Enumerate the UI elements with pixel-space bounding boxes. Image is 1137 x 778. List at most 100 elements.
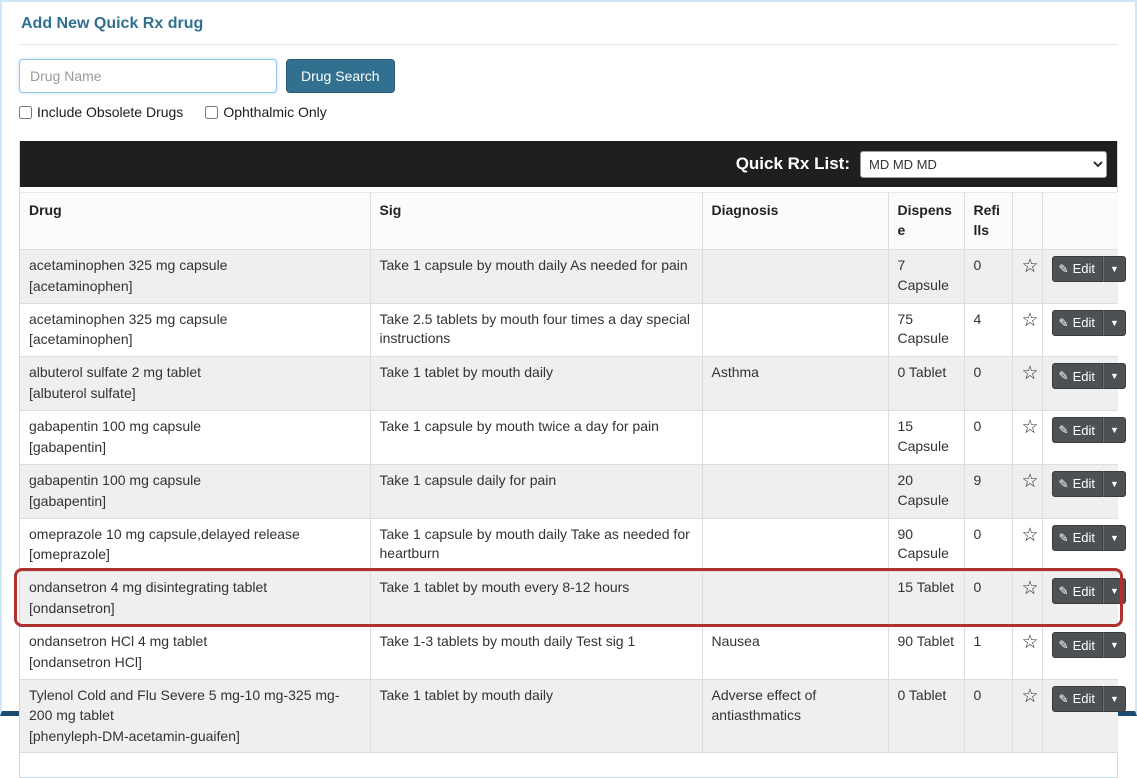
dispense-cell: 15 Capsule xyxy=(887,410,964,465)
caret-down-icon: ▼ xyxy=(1109,586,1119,597)
caret-down-icon: ▼ xyxy=(1109,263,1119,274)
drug-name-input[interactable] xyxy=(19,59,277,93)
edit-button[interactable]: ✎ Edit xyxy=(1051,417,1103,443)
drug-name: acetaminophen 325 mg capsule xyxy=(29,310,228,327)
edit-button-label: Edit xyxy=(1072,530,1095,545)
table-row: Tylenol Cold and Flu Severe 5 mg-10 mg-3… xyxy=(20,679,1126,753)
favorite-star-icon[interactable]: ☆ xyxy=(1022,686,1039,709)
sig-cell: Take 1 capsule by mouth daily Take as ne… xyxy=(369,518,702,572)
edit-dropdown-toggle[interactable]: ▼ xyxy=(1102,417,1126,443)
favorite-star-icon[interactable]: ☆ xyxy=(1022,471,1039,494)
drug-generic-name: [gabapentin] xyxy=(29,438,107,455)
favorite-cell: ☆ xyxy=(1011,464,1042,518)
actions-cell: ✎ Edit ▼ xyxy=(1041,518,1126,572)
favorite-cell: ☆ xyxy=(1011,679,1042,753)
favorite-star-icon[interactable]: ☆ xyxy=(1022,578,1039,601)
edit-button[interactable]: ✎ Edit xyxy=(1051,524,1103,551)
caret-down-icon: ▼ xyxy=(1109,640,1119,650)
drug-cell: gabapentin 100 mg capsule [gabapentin] xyxy=(20,411,370,465)
include-obsolete-drugs-label: Include Obsolete Drugs xyxy=(37,104,184,120)
edit-button[interactable]: ✎ Edit xyxy=(1051,255,1103,282)
favorite-star-icon[interactable]: ☆ xyxy=(1022,310,1039,333)
favorite-star-icon[interactable]: ☆ xyxy=(1022,363,1039,386)
edit-button-group: ✎ Edit ▼ xyxy=(1051,685,1126,712)
edit-pencil-icon: ✎ xyxy=(1058,315,1069,330)
quick-rx-list-section: Quick Rx List: MD MD MD Drug Sig Diagnosis… xyxy=(14,141,1126,778)
favorite-cell: ☆ xyxy=(1011,249,1042,303)
column-header-dispense: Dispense xyxy=(887,192,964,250)
edit-dropdown-toggle[interactable]: ▼ xyxy=(1102,470,1126,497)
drug-cell: acetaminophen 325 mg capsule [acetaminoph… xyxy=(20,249,370,303)
diagnosis-cell xyxy=(701,571,888,626)
drug-cell: albuterol sulfate 2 mg tablet [albuterol … xyxy=(20,357,370,411)
edit-button-group: ✎ Edit ▼ xyxy=(1051,363,1126,390)
drug-search-button[interactable]: Drug Search xyxy=(286,59,395,93)
edit-button[interactable]: ✎ Edit xyxy=(1051,363,1103,390)
edit-button-label: Edit xyxy=(1072,476,1095,492)
drug-name: ondansetron 4 mg disintegrating tablet xyxy=(29,579,268,596)
edit-pencil-icon: ✎ xyxy=(1058,584,1069,599)
edit-pencil-icon: ✎ xyxy=(1058,261,1069,276)
dispense-cell: 0 Tablet xyxy=(887,356,964,411)
caret-down-icon: ▼ xyxy=(1109,317,1119,328)
actions-cell: ✎ Edit ▼ xyxy=(1041,356,1126,411)
drug-generic-name: [phenyleph-DM-acetamin-guaifen] xyxy=(29,727,240,744)
provider-select[interactable]: MD MD MD xyxy=(860,150,1107,178)
drug-generic-name: [omeprazole] xyxy=(29,546,110,563)
sig-cell: Take 1-3 tablets by mouth daily Test sig… xyxy=(369,625,702,680)
edit-button-label: Edit xyxy=(1072,368,1095,384)
edit-button-group: ✎ Edit ▼ xyxy=(1051,524,1126,551)
drug-generic-name: [gabapentin] xyxy=(29,492,107,509)
edit-dropdown-toggle[interactable]: ▼ xyxy=(1102,632,1126,658)
edit-dropdown-toggle[interactable]: ▼ xyxy=(1102,363,1126,390)
caret-down-icon: ▼ xyxy=(1109,371,1119,382)
table-row: ondansetron HCl 4 mg tablet [ondansetron … xyxy=(20,625,1126,680)
actions-cell: ✎ Edit ▼ xyxy=(1041,625,1126,680)
ophthalmic-only-option[interactable]: Ophthalmic Only xyxy=(205,104,327,120)
table-row: ondansetron 4 mg disintegrating tablet [o… xyxy=(20,571,1126,626)
edit-button[interactable]: ✎ Edit xyxy=(1051,470,1103,497)
diagnosis-cell: Asthma xyxy=(701,356,888,411)
edit-dropdown-toggle[interactable]: ▼ xyxy=(1102,255,1126,282)
actions-cell: ✎ Edit ▼ xyxy=(1041,571,1126,626)
edit-dropdown-toggle[interactable]: ▼ xyxy=(1102,578,1126,605)
edit-dropdown-toggle[interactable]: ▼ xyxy=(1102,524,1126,551)
dispense-cell: 90 Tablet xyxy=(887,625,964,680)
dispense-cell: 75 Capsule xyxy=(887,303,964,357)
include-obsolete-drugs-checkbox[interactable] xyxy=(19,105,32,119)
quick-rx-page: Add New Quick Rx drug Drug Search Includ… xyxy=(0,0,1137,778)
favorite-star-icon[interactable]: ☆ xyxy=(1022,417,1039,440)
ophthalmic-only-checkbox[interactable] xyxy=(205,105,219,119)
refills-cell: 1 xyxy=(963,625,1012,680)
edit-dropdown-toggle[interactable]: ▼ xyxy=(1102,685,1126,712)
favorite-star-icon[interactable]: ☆ xyxy=(1022,256,1039,279)
edit-button[interactable]: ✎ Edit xyxy=(1051,685,1103,712)
favorite-star-icon[interactable]: ☆ xyxy=(1022,525,1039,548)
sig-cell: Take 1 tablet by mouth daily xyxy=(369,356,702,411)
drug-name: gabapentin 100 mg capsule xyxy=(29,471,202,488)
edit-pencil-icon: ✎ xyxy=(1058,530,1069,545)
refills-cell: 0 xyxy=(963,518,1012,572)
favorite-cell: ☆ xyxy=(1011,571,1042,626)
include-obsolete-drugs-option[interactable]: Include Obsolete Drugs xyxy=(19,104,183,120)
edit-button[interactable]: ✎ Edit xyxy=(1051,632,1103,658)
column-header-actions xyxy=(1041,192,1118,250)
edit-button-group: ✎ Edit ▼ xyxy=(1051,309,1126,336)
edit-button[interactable]: ✎ Edit xyxy=(1051,578,1103,605)
quick-rx-table-wrap: Drug Sig Diagnosis Dispense Refills acetamin… xyxy=(14,192,1126,777)
quick-rx-list-label: Quick Rx List: xyxy=(735,154,850,173)
refills-cell: 0 xyxy=(963,356,1012,411)
edit-pencil-icon: ✎ xyxy=(1058,691,1069,706)
drug-name: albuterol sulfate 2 mg tablet xyxy=(29,364,201,381)
drug-name: ondansetron HCl 4 mg tablet xyxy=(29,633,208,649)
actions-cell: ✎ Edit ▼ xyxy=(1041,464,1126,518)
dispense-cell: 20 Capsule xyxy=(887,464,964,518)
favorite-star-icon[interactable]: ☆ xyxy=(1022,632,1039,655)
edit-button[interactable]: ✎ Edit xyxy=(1051,309,1103,336)
edit-dropdown-toggle[interactable]: ▼ xyxy=(1102,309,1126,336)
drug-name: omeprazole 10 mg capsule,delayed release xyxy=(29,525,300,542)
table-header-row: Drug Sig Diagnosis Dispense Refills xyxy=(20,192,1118,250)
caret-down-icon: ▼ xyxy=(1109,532,1119,543)
drug-generic-name: [albuterol sulfate] xyxy=(29,385,136,402)
edit-button-group: ✎ Edit ▼ xyxy=(1051,255,1126,282)
